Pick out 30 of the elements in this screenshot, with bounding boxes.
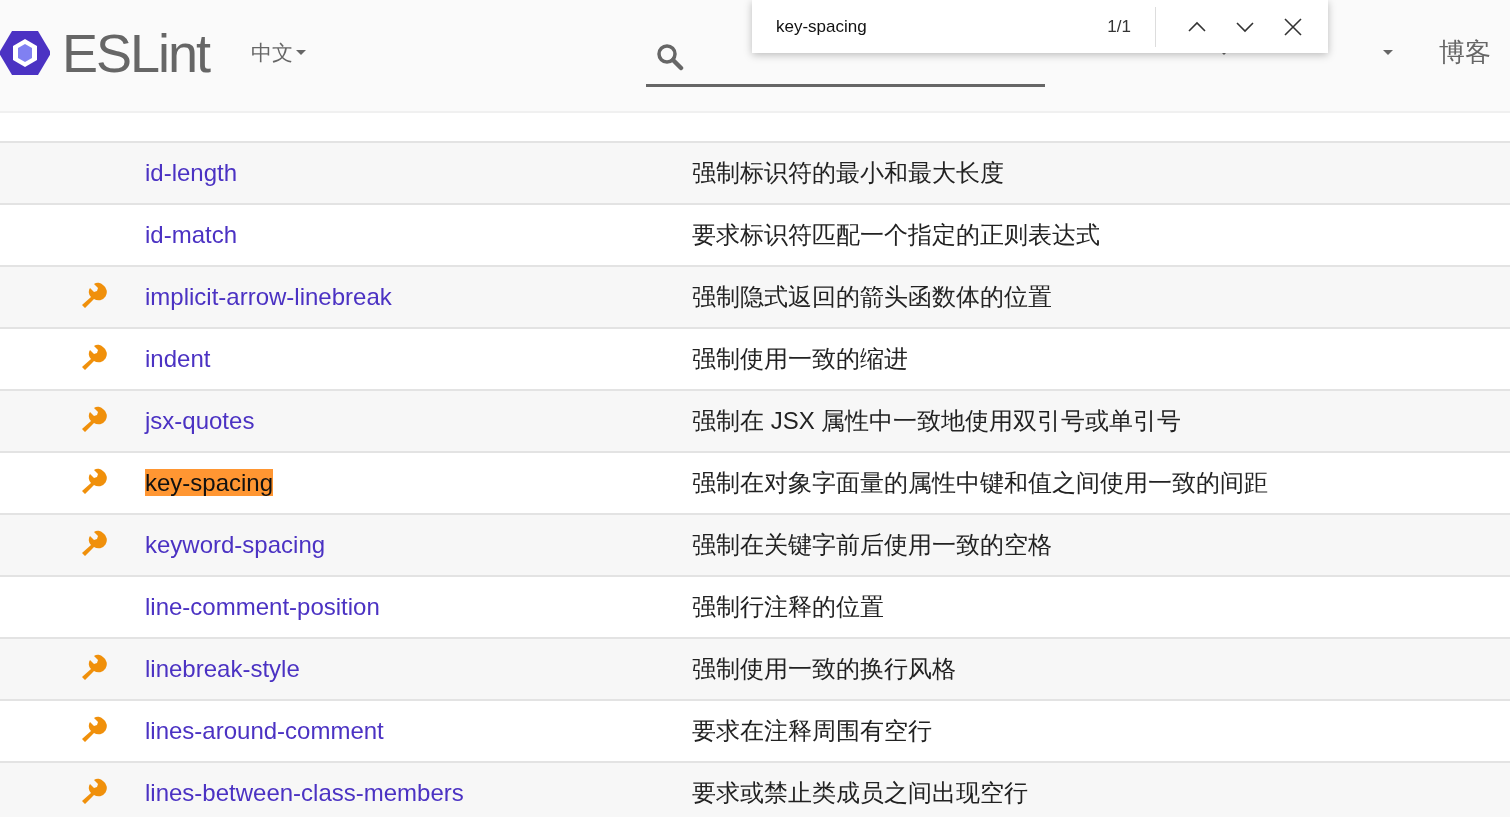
logo-text[interactable]: ESLint (62, 21, 210, 84)
rule-description: 强制在 JSX 属性中一致地使用双引号或单引号 (692, 406, 1182, 436)
rule-link[interactable]: line-comment-position (145, 593, 380, 620)
rule-link[interactable]: linebreak-style (145, 655, 300, 682)
rule-description: 要求在注释周围有空行 (692, 716, 932, 746)
caret-icon[interactable] (1383, 50, 1394, 55)
rule-description: 强制行注释的位置 (692, 592, 884, 622)
rule-description: 强制标识符的最小和最大长度 (692, 158, 1004, 188)
find-query[interactable]: key-spacing (776, 16, 1108, 37)
rule-link[interactable]: key-spacing (145, 469, 274, 496)
rule-description: 要求或禁止类成员之间出现空行 (692, 778, 1028, 808)
rule-description: 强制隐式返回的箭头函数体的位置 (692, 282, 1052, 312)
close-icon[interactable] (1282, 15, 1304, 38)
language-dropdown[interactable]: 中文 (251, 38, 307, 67)
rule-description: 强制使用一致的缩进 (692, 344, 908, 374)
rule-link[interactable]: id-length (145, 159, 238, 186)
rule-link[interactable]: lines-around-comment (145, 717, 384, 744)
rule-description: 强制使用一致的换行风格 (692, 654, 956, 684)
rule-link[interactable]: id-match (145, 221, 238, 248)
match-count: 1/1 (1107, 16, 1131, 37)
rule-description: 强制在关键字前后使用一致的空格 (692, 530, 1052, 560)
rule-description: 要求标识符匹配一个指定的正则表达式 (692, 220, 1100, 250)
rule-link[interactable]: implicit-arrow-linebreak (145, 283, 392, 310)
rule-description: 强制在对象字面量的属性中键和值之间使用一致的间距 (692, 468, 1268, 498)
nav-link[interactable]: 博客 (1439, 35, 1492, 70)
rule-link[interactable]: keyword-spacing (145, 531, 326, 558)
rule-link[interactable]: lines-between-class-members (145, 779, 464, 806)
rule-link[interactable]: jsx-quotes (145, 407, 255, 434)
rule-link[interactable]: indent (145, 345, 211, 372)
search-icon (656, 42, 685, 71)
